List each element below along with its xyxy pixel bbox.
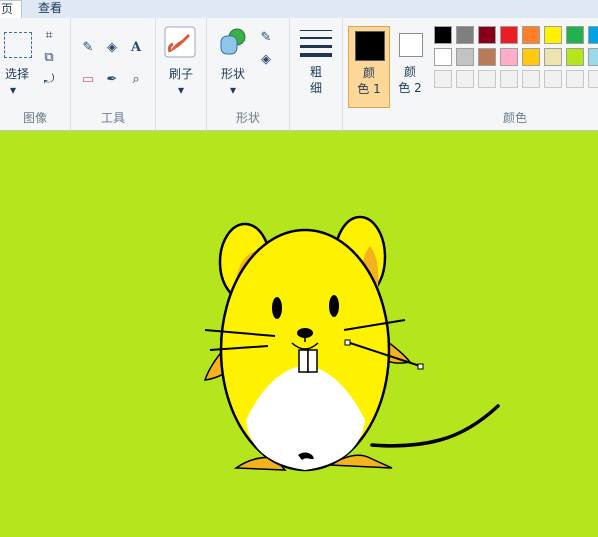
palette-swatch[interactable] bbox=[522, 48, 540, 66]
size-label-1[interactable]: 粗 bbox=[290, 64, 342, 80]
rotate-icon[interactable]: ⤾ bbox=[40, 70, 58, 88]
shapes-button[interactable]: 形状 bbox=[215, 66, 251, 82]
shapes-icon[interactable] bbox=[217, 26, 249, 58]
palette-swatch[interactable] bbox=[500, 26, 518, 44]
drawing-canvas[interactable] bbox=[0, 131, 598, 537]
select-icon bbox=[4, 32, 32, 58]
color1-label-1: 颜 bbox=[362, 66, 375, 80]
shape-fill-icon[interactable]: ◈ bbox=[257, 50, 275, 68]
palette-swatch[interactable] bbox=[478, 26, 496, 44]
palette-swatch[interactable] bbox=[434, 48, 452, 66]
palette-swatch[interactable] bbox=[434, 26, 452, 44]
crop-icon[interactable]: ⌗ bbox=[40, 26, 58, 44]
resize-icon[interactable]: ⧉ bbox=[40, 48, 58, 66]
palette-swatch-empty[interactable] bbox=[522, 70, 540, 88]
color1-button[interactable]: 颜 色 1 bbox=[348, 26, 390, 108]
size-line-3 bbox=[300, 45, 332, 48]
brushes-group: 刷子 ▾ bbox=[156, 18, 207, 130]
color2-label-1: 颜 bbox=[403, 65, 416, 79]
palette-swatch[interactable] bbox=[544, 48, 562, 66]
palette-swatch-empty[interactable] bbox=[588, 70, 598, 88]
palette-swatch[interactable] bbox=[588, 48, 598, 66]
colors-group-label: 颜色 bbox=[502, 111, 527, 125]
color1-label-2: 色 1 bbox=[357, 82, 381, 96]
palette-swatch[interactable] bbox=[522, 26, 540, 44]
shapes-group: 形状 ▾ ✎ ◈ 形状 bbox=[207, 18, 290, 130]
shapes-dropdown-icon[interactable]: ▾ bbox=[215, 82, 251, 98]
eraser-icon[interactable]: ▭ bbox=[79, 70, 97, 88]
palette-swatch[interactable] bbox=[456, 26, 474, 44]
size-group: 粗 细 bbox=[290, 18, 343, 130]
tab-home[interactable]: 页 bbox=[0, 0, 23, 19]
palette-swatch-empty[interactable] bbox=[544, 70, 562, 88]
color2-swatch bbox=[399, 33, 423, 57]
palette-swatch[interactable] bbox=[478, 48, 496, 66]
color2-button[interactable]: 颜 色 2 bbox=[390, 26, 432, 108]
palette-swatch[interactable] bbox=[566, 26, 584, 44]
palette-swatch-empty[interactable] bbox=[500, 70, 518, 88]
color1-swatch bbox=[355, 31, 385, 61]
tab-view[interactable]: 查看 bbox=[30, 0, 70, 18]
magnifier-icon[interactable]: ⌕ bbox=[127, 70, 145, 88]
palette-swatch-empty[interactable] bbox=[478, 70, 496, 88]
fill-icon[interactable]: ◈ bbox=[103, 38, 121, 56]
palette-swatch-empty[interactable] bbox=[434, 70, 452, 88]
size-line-4 bbox=[300, 53, 332, 57]
color-picker-icon[interactable]: ✒ bbox=[103, 70, 121, 88]
palette-swatch[interactable] bbox=[500, 48, 518, 66]
color2-label-2: 色 2 bbox=[398, 81, 422, 95]
brush-icon[interactable] bbox=[164, 26, 196, 58]
select-dropdown-icon[interactable]: ▾ bbox=[10, 82, 16, 98]
palette-swatch[interactable] bbox=[566, 48, 584, 66]
text-icon[interactable]: A bbox=[127, 38, 145, 56]
brushes-button[interactable]: 刷子 bbox=[156, 66, 206, 82]
image-group: 选择 ▾ ⌗ ⧉ ⤾ 图像 bbox=[0, 18, 71, 130]
size-line-1 bbox=[300, 30, 332, 31]
hamster-drawing bbox=[203, 215, 500, 472]
shapes-group-label: 形状 bbox=[235, 111, 260, 125]
ribbon-tabs: 页 查看 bbox=[0, 0, 598, 19]
palette-swatch-empty[interactable] bbox=[456, 70, 474, 88]
palette-swatch[interactable] bbox=[544, 26, 562, 44]
ribbon: 选择 ▾ ⌗ ⧉ ⤾ 图像 ✎ ◈ A ▭ ✒ ⌕ 工具 刷子 ▾ 形状 ▾ ✎… bbox=[0, 18, 598, 131]
palette-swatch[interactable] bbox=[456, 48, 474, 66]
palette-swatch-empty[interactable] bbox=[566, 70, 584, 88]
brushes-dropdown-icon[interactable]: ▾ bbox=[156, 82, 206, 98]
tools-group-label: 工具 bbox=[100, 111, 125, 125]
palette-swatch[interactable] bbox=[588, 26, 598, 44]
size-line-2 bbox=[300, 37, 332, 39]
tools-group: ✎ ◈ A ▭ ✒ ⌕ 工具 bbox=[71, 18, 156, 130]
size-label-2[interactable]: 细 bbox=[290, 80, 342, 96]
select-button[interactable]: 选择 bbox=[0, 66, 34, 82]
outline-icon[interactable]: ✎ bbox=[257, 28, 275, 46]
pencil-icon[interactable]: ✎ bbox=[79, 38, 97, 56]
image-group-label: 图像 bbox=[22, 111, 47, 125]
